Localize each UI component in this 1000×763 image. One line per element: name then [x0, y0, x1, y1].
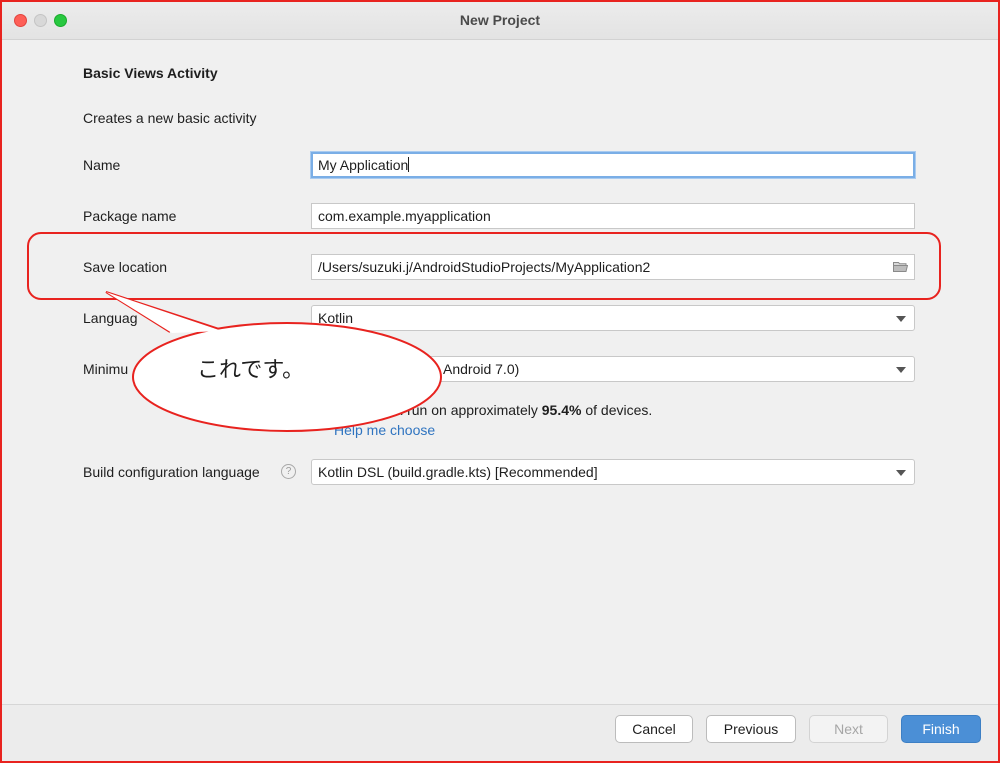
sdk-coverage-suffix: of devices.: [581, 402, 653, 418]
help-icon[interactable]: ?: [281, 464, 296, 479]
package-name-input[interactable]: com.example.myapplication: [311, 203, 915, 229]
new-project-window: New Project Basic Views Activity Creates…: [0, 0, 1000, 763]
cancel-button[interactable]: Cancel: [615, 715, 693, 743]
template-heading: Basic Views Activity: [83, 65, 218, 81]
help-me-choose-link[interactable]: Help me choose: [334, 422, 435, 438]
build-config-label: Build configuration language: [83, 464, 260, 480]
chevron-down-icon: [896, 470, 906, 476]
text-cursor: [408, 157, 410, 172]
package-name-value: com.example.myapplication: [318, 208, 491, 224]
name-label: Name: [83, 157, 121, 173]
minimum-sdk-label: Minimu: [83, 361, 129, 377]
language-select[interactable]: Kotlin: [311, 305, 915, 331]
language-label: Languag: [83, 310, 138, 326]
finish-button[interactable]: Finish: [901, 715, 981, 743]
sdk-coverage-text: ll run on approximately 95.4% of devices…: [397, 402, 652, 418]
name-input[interactable]: My Application: [311, 152, 915, 178]
annotation-text: これです。: [197, 358, 305, 383]
template-description: Creates a new basic activity: [83, 110, 257, 126]
name-input-value: My Application: [318, 157, 409, 173]
chevron-down-icon: [896, 367, 906, 373]
language-value: Kotlin: [318, 310, 354, 326]
window-title: New Project: [459, 12, 541, 28]
sdk-coverage-percent: 95.4%: [541, 402, 582, 418]
minimum-sdk-value: Android 7.0): [443, 361, 520, 377]
sdk-coverage-prefix: ll run on approximately: [397, 402, 542, 418]
next-button[interactable]: Next: [809, 715, 888, 743]
title-bar: New Project: [2, 2, 998, 40]
highlight-rectangle: [27, 232, 941, 300]
chevron-down-icon: [896, 316, 906, 322]
build-config-select[interactable]: Kotlin DSL (build.gradle.kts) [Recommend…: [311, 459, 915, 485]
previous-button[interactable]: Previous: [706, 715, 796, 743]
minimum-sdk-select[interactable]: Android 7.0): [311, 356, 915, 382]
package-name-label: Package name: [83, 208, 177, 224]
build-config-value: Kotlin DSL (build.gradle.kts) [Recommend…: [318, 464, 598, 480]
